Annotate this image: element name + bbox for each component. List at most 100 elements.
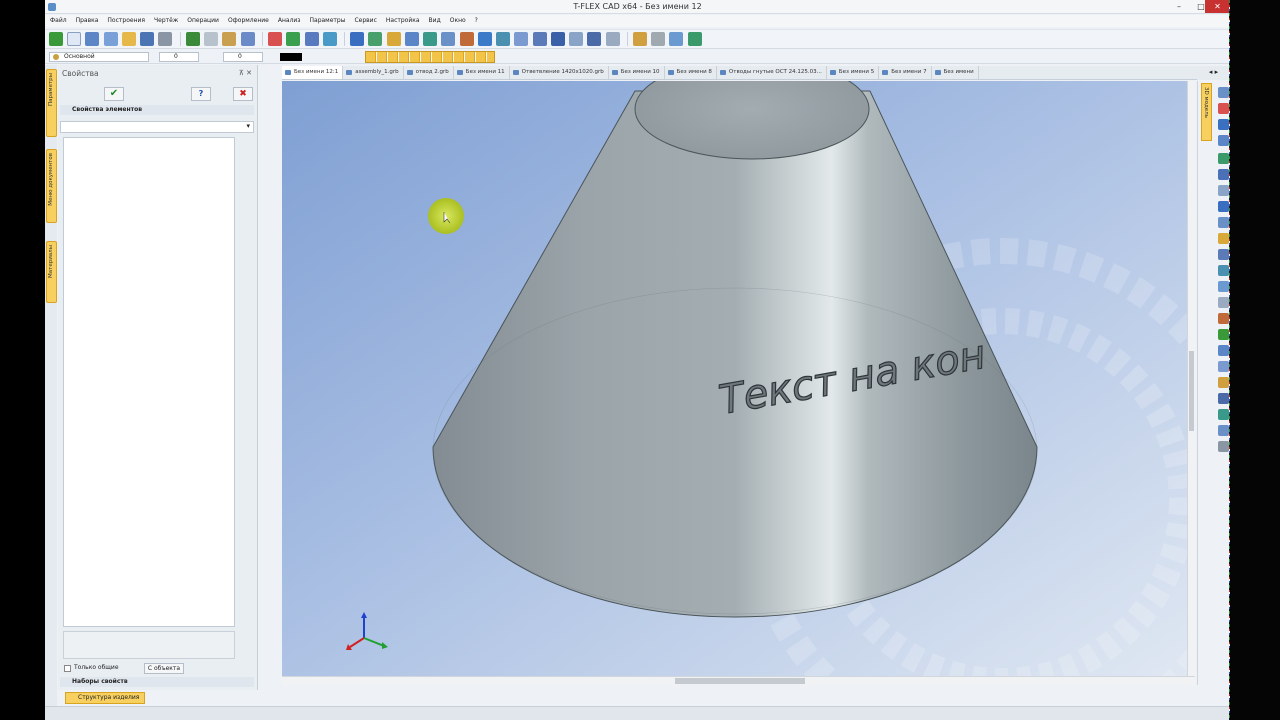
array-icon[interactable]: [496, 32, 511, 46]
menu-drawing[interactable]: Чертёж: [149, 15, 182, 24]
tab-scroll-buttons[interactable]: ◂ ▸: [1197, 66, 1230, 80]
help-button[interactable]: ?: [191, 87, 211, 101]
doc-tab[interactable]: Отводы гнутые ОСТ 24.125.03...: [717, 66, 827, 79]
section-property-sets[interactable]: Наборы свойств: [60, 677, 254, 687]
pipe-icon[interactable]: [404, 32, 419, 46]
panel-pin-close[interactable]: ⊼ ✕: [239, 69, 252, 77]
options-icon[interactable]: [1218, 441, 1229, 452]
measure-view-icon[interactable]: [1218, 313, 1229, 324]
doc-tab[interactable]: Без имени 11: [454, 66, 510, 79]
section-icon[interactable]: [587, 32, 602, 46]
cancel-button[interactable]: ✖: [233, 87, 253, 101]
eraser-icon[interactable]: [222, 32, 237, 46]
sketch-icon[interactable]: [322, 32, 337, 46]
fillet-icon[interactable]: [441, 32, 456, 46]
thread-icon[interactable]: [532, 32, 547, 46]
menu-analysis[interactable]: Анализ: [273, 15, 305, 24]
visibility-icon[interactable]: [1218, 409, 1229, 420]
snap-toolbar[interactable]: [365, 51, 495, 63]
menu-operations[interactable]: Операции: [182, 15, 223, 24]
undo-icon[interactable]: [185, 32, 200, 46]
line-icon[interactable]: [268, 32, 283, 46]
menu-file[interactable]: Файл: [45, 15, 71, 24]
wire-icon[interactable]: [1218, 249, 1229, 260]
ok-button[interactable]: ✔: [104, 87, 124, 101]
perspective-icon[interactable]: [1218, 297, 1229, 308]
arrow-icon[interactable]: [49, 32, 63, 46]
properties-icon[interactable]: [651, 32, 666, 46]
redo-icon[interactable]: [204, 32, 219, 46]
from-object-button[interactable]: С объекта: [144, 663, 184, 674]
open-folder-icon[interactable]: [121, 32, 136, 46]
doc-tab[interactable]: Без имени: [932, 66, 979, 79]
view-side-icon[interactable]: [1218, 135, 1229, 146]
tab-doc-menu[interactable]: Меню документов: [46, 149, 57, 223]
tab-3d-model[interactable]: 3D модель: [1201, 83, 1212, 141]
link-icon[interactable]: [669, 32, 684, 46]
extrude-icon[interactable]: [350, 32, 365, 46]
layer-select[interactable]: Основной: [49, 52, 149, 62]
filter-icon[interactable]: [1218, 361, 1229, 372]
minimize-button[interactable]: –: [1169, 0, 1189, 13]
tab-product-structure[interactable]: Структура изделия: [65, 692, 145, 704]
level-field[interactable]: 0: [159, 52, 199, 62]
workplane-icon[interactable]: [286, 32, 301, 46]
view-axis-icon[interactable]: [1218, 103, 1229, 114]
dimension-icon[interactable]: [1218, 377, 1229, 388]
print-icon[interactable]: [158, 32, 173, 46]
measure-icon[interactable]: [605, 32, 620, 46]
color-picker[interactable]: [280, 53, 302, 61]
boolean-icon[interactable]: [423, 32, 438, 46]
report-icon[interactable]: [632, 32, 647, 46]
material-icon[interactable]: [1218, 329, 1229, 340]
doc-tab[interactable]: Без имени 5: [827, 66, 880, 79]
section-view-icon[interactable]: [1218, 281, 1229, 292]
select-icon[interactable]: [240, 32, 255, 46]
section-element-properties[interactable]: Свойства элементов: [60, 105, 254, 115]
view-front-icon[interactable]: [1218, 87, 1229, 98]
priority-field[interactable]: 0: [223, 52, 263, 62]
save-icon[interactable]: [140, 32, 155, 46]
new-file-icon[interactable]: [67, 32, 82, 46]
menu-settings[interactable]: Настройка: [381, 15, 424, 24]
doc-tab[interactable]: Без имени 12:1: [282, 66, 344, 79]
menu-help[interactable]: ?: [470, 15, 482, 24]
vertical-scrollbar[interactable]: [1187, 81, 1195, 676]
properties-combo[interactable]: ▾: [60, 121, 254, 133]
tab-parameters[interactable]: Параметры: [46, 69, 57, 137]
scroll-thumb[interactable]: [675, 678, 805, 684]
properties-list[interactable]: [63, 137, 235, 627]
3d-viewport[interactable]: Текст на кон: [282, 81, 1187, 676]
camera-icon[interactable]: [1218, 345, 1229, 356]
text-tool-icon[interactable]: [569, 32, 584, 46]
doc-tab[interactable]: Без имени 8: [665, 66, 717, 79]
mirror-icon[interactable]: [514, 32, 529, 46]
menu-construct[interactable]: Построения: [102, 15, 149, 24]
render-icon[interactable]: [1218, 425, 1229, 436]
doc-tab[interactable]: Ответвление 1420х1020.grb: [510, 66, 609, 79]
chamfer-icon[interactable]: [459, 32, 474, 46]
fit-icon[interactable]: [1218, 201, 1229, 212]
layers-icon[interactable]: [1218, 393, 1229, 404]
hidden-lines-icon[interactable]: [1218, 265, 1229, 276]
menu-service[interactable]: Сервис: [349, 15, 380, 24]
close-button[interactable]: ✕: [1205, 0, 1230, 13]
shade-icon[interactable]: [1218, 217, 1229, 228]
light-icon[interactable]: [1218, 233, 1229, 244]
tab-materials[interactable]: Материалы: [46, 241, 57, 303]
menu-parameters[interactable]: Параметры: [305, 15, 350, 24]
doc-tab[interactable]: Без имени 10: [609, 66, 665, 79]
node-icon[interactable]: [304, 32, 319, 46]
only-common-checkbox[interactable]: [64, 665, 71, 672]
menu-edit[interactable]: Правка: [71, 15, 103, 24]
shell-icon[interactable]: [477, 32, 492, 46]
rotate-view-icon[interactable]: [1218, 185, 1229, 196]
scroll-thumb[interactable]: [1189, 351, 1194, 431]
doc-tab[interactable]: отвод 2.grb: [404, 66, 454, 79]
rotate-icon[interactable]: [368, 32, 383, 46]
doc-tab[interactable]: assembly_1.grb: [343, 66, 404, 79]
assembly-icon[interactable]: [85, 32, 100, 46]
doc-tab[interactable]: Без имени 7: [879, 66, 932, 79]
menu-view[interactable]: Вид: [424, 15, 445, 24]
calculator-icon[interactable]: [687, 32, 702, 46]
